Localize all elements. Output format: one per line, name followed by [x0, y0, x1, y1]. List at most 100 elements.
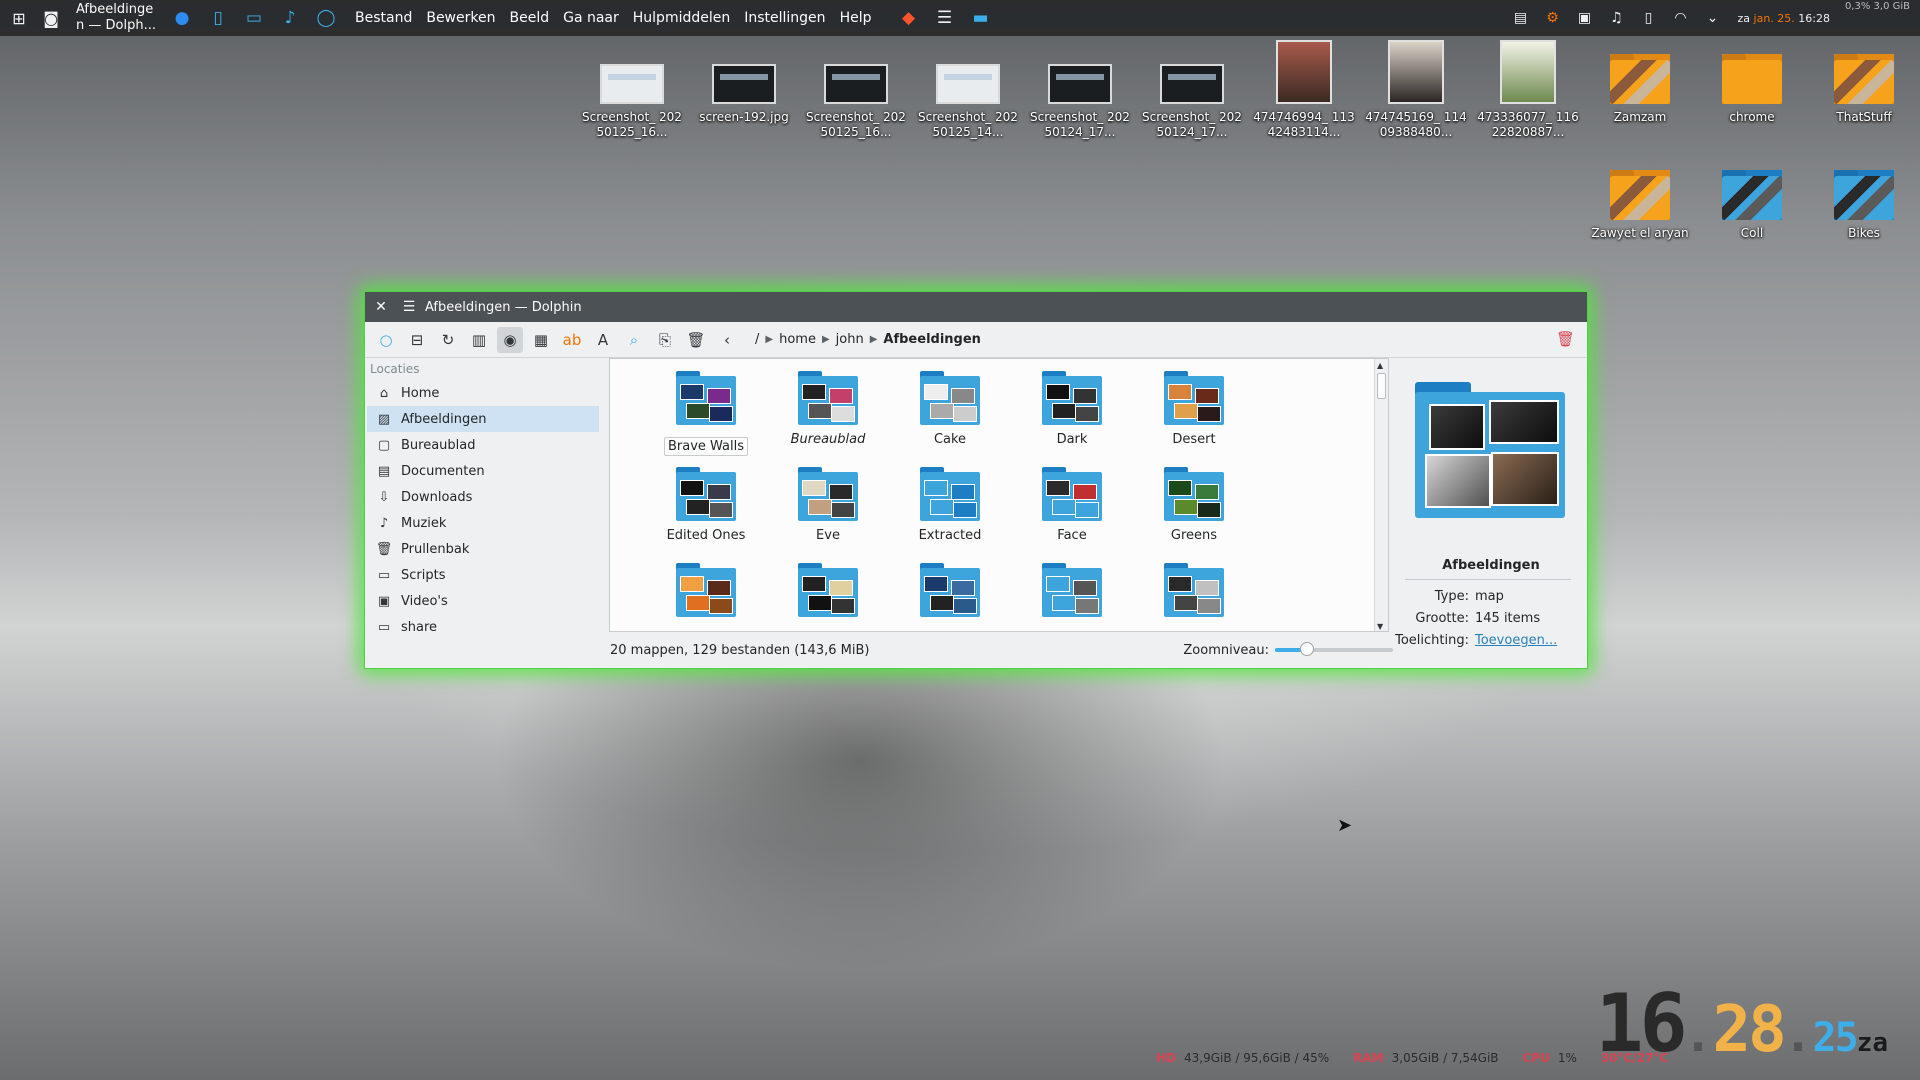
menu-beeld[interactable]: Beeld [502, 10, 556, 26]
chevron-down-icon[interactable]: ⌄ [1702, 7, 1724, 29]
desktop-icon[interactable]: 474746994_ 11342483114... [1252, 40, 1356, 140]
desktop-icon[interactable]: Coll [1700, 166, 1804, 241]
folder-item[interactable]: Extracted [894, 467, 1006, 544]
folder-item[interactable] [894, 563, 1006, 617]
menu-bestand[interactable]: Bestand [348, 10, 419, 26]
delete-icon[interactable]: 🗑 [683, 327, 709, 353]
breadcrumb-home[interactable]: home [779, 332, 816, 347]
menu-ga-naar[interactable]: Ga naar [556, 10, 626, 26]
desktop-icon[interactable]: Screenshot_ 20250125_16... [580, 50, 684, 140]
folder-item[interactable] [1016, 563, 1128, 617]
sidebar-item-scripts[interactable]: ▭ Scripts [367, 562, 599, 588]
desktop-icon[interactable]: Screenshot_ 20250125_16... [804, 50, 908, 140]
clipboard-icon[interactable]: ▣ [1574, 7, 1596, 29]
titlebar[interactable]: ✕ ☰ Afbeeldingen — Dolphin [365, 292, 1587, 322]
split-view-icon[interactable]: ⊟ [404, 327, 430, 353]
sidebar-item-downloads[interactable]: ⇩ Downloads [367, 484, 599, 510]
document-icon[interactable]: ▯ [204, 4, 232, 32]
breadcrumb-root[interactable]: / [755, 332, 759, 347]
zoom-handle[interactable] [1299, 642, 1314, 656]
settings-icon[interactable]: ☰ [930, 4, 958, 32]
task-dolphin[interactable]: Afbeeldinge n — Dolph... [76, 2, 158, 34]
breadcrumb-john[interactable]: john [836, 332, 864, 347]
desktop-icon[interactable]: 474745169_ 11409388480... [1364, 40, 1468, 140]
music-icon[interactable]: ♪ [276, 4, 304, 32]
folder-item[interactable]: Edited Ones [650, 467, 762, 544]
folder-item[interactable] [650, 563, 762, 617]
sidebar-item-documenten[interactable]: ▤ Documenten [367, 458, 599, 484]
desktop-icon[interactable]: Zamzam [1588, 50, 1692, 125]
font-icon[interactable]: A [590, 327, 616, 353]
folder-item[interactable] [1138, 563, 1250, 617]
sidebar-item-afbeeldingen[interactable]: ▨ Afbeeldingen [367, 406, 599, 432]
notes-icon[interactable]: ▤ [1510, 7, 1532, 29]
scrollbar-thumb[interactable] [1377, 373, 1386, 399]
sidebar-item-bureaublad[interactable]: ▢ Bureaublad [367, 432, 599, 458]
desktop-icon[interactable]: Screenshot_ 20250124_17... [1028, 50, 1132, 140]
network-icon[interactable]: ◠ [1670, 7, 1692, 29]
folder-item[interactable]: Face [1016, 467, 1128, 544]
folder-item[interactable]: Desert [1138, 371, 1250, 448]
desktop-icon-label: Screenshot_ 20250124_17... [1142, 110, 1242, 139]
folder-item[interactable] [772, 563, 884, 617]
folder-item[interactable]: Cake [894, 371, 1006, 448]
sidebar-item-muziek[interactable]: ♪ Muziek [367, 510, 599, 536]
sidebar-item-video-s[interactable]: ▣ Video's [367, 588, 599, 614]
back-icon[interactable]: ‹ [714, 327, 740, 353]
scroll-down-icon[interactable]: ▼ [1377, 622, 1383, 631]
file-manager-icon[interactable]: ▬ [966, 4, 994, 32]
desktop-icon[interactable]: Screenshot_ 20250124_17... [1140, 50, 1244, 140]
panel-icon[interactable]: ▥ [466, 327, 492, 353]
brave-icon[interactable]: ◆ [894, 4, 922, 32]
browser-icon[interactable]: ◯ [312, 4, 340, 32]
sidebar-item-home[interactable]: ⌂ Home [367, 380, 599, 406]
preview-icon[interactable]: ◉ [497, 326, 523, 353]
search-icon[interactable]: ⌕ [621, 327, 647, 353]
trash-icon: 🗑 [375, 541, 393, 557]
scrollbar[interactable]: ▲ ▼ [1374, 359, 1388, 631]
sidebar-item-prullenbak[interactable]: 🗑 Prullenbak [367, 536, 599, 562]
close-icon[interactable]: ✕ [369, 295, 393, 319]
desktop-icon[interactable]: ThatStuff [1812, 50, 1916, 125]
dot-blue-icon[interactable]: ● [168, 4, 196, 32]
updates-icon[interactable]: ⚙ [1542, 7, 1564, 29]
app-launcher-icon[interactable]: ⊞ [6, 5, 32, 31]
folder-item[interactable]: Bureaublad [772, 371, 884, 448]
breadcrumb-current[interactable]: Afbeeldingen [883, 332, 981, 347]
hamburger-menu-icon[interactable]: ☰ [397, 295, 421, 319]
menu-hulpmiddelen[interactable]: Hulpmiddelen [626, 10, 737, 26]
desktop-icon[interactable]: Bikes [1812, 166, 1916, 241]
scroll-up-icon[interactable]: ▲ [1377, 361, 1383, 370]
folder-item[interactable]: Greens [1138, 467, 1250, 544]
panel-clock[interactable]: za jan. 25. 16:28 [1738, 12, 1830, 25]
folder-icon [676, 563, 736, 617]
phone-icon[interactable]: ▯ [1638, 7, 1660, 29]
desktop-icon[interactable]: chrome [1700, 50, 1804, 125]
menu-instellingen[interactable]: Instellingen [737, 10, 832, 26]
folder-item[interactable]: Dark [1016, 371, 1128, 448]
circle-icon[interactable]: ○ [373, 327, 399, 353]
folder-item[interactable]: Eve [772, 467, 884, 544]
desktop-icon[interactable]: Zawyet el aryan [1588, 166, 1692, 241]
rename-icon[interactable]: ab [559, 327, 585, 353]
folder-item[interactable]: Brave Walls [650, 371, 762, 456]
menu-bewerken[interactable]: Bewerken [419, 10, 502, 26]
zoom-slider[interactable] [1275, 642, 1393, 656]
new-file-icon[interactable]: ⎘ [652, 327, 678, 353]
file-view[interactable]: Brave Walls Bureaublad Cake Dark Desert Edite… [609, 358, 1389, 632]
refresh-icon[interactable]: ↻ [435, 327, 461, 353]
info-size-label: Grootte: [1415, 611, 1469, 626]
screenshot-icon[interactable]: ◙ [38, 5, 64, 31]
desktop-icon-label: Screenshot_ 20250125_16... [806, 110, 906, 139]
volume-icon[interactable]: ♫ [1606, 7, 1628, 29]
empty-trash-icon[interactable]: 🗑 [1556, 330, 1575, 348]
desktop-icon[interactable]: 473336077_ 11622820887... [1476, 40, 1580, 140]
clock-prefix: za [1737, 11, 1751, 25]
menu-help[interactable]: Help [833, 10, 879, 26]
view-mode-icon[interactable]: ▦ [528, 327, 554, 353]
desktop-icon[interactable]: Screenshot_ 20250125_14... [916, 50, 1020, 140]
desktop-icon[interactable]: screen-192.jpg [692, 50, 796, 125]
ram-value: 3,05GiB / 7,54GiB [1391, 1051, 1499, 1065]
folder-icon[interactable]: ▭ [240, 4, 268, 32]
desktop-thumbnail [1047, 50, 1113, 104]
